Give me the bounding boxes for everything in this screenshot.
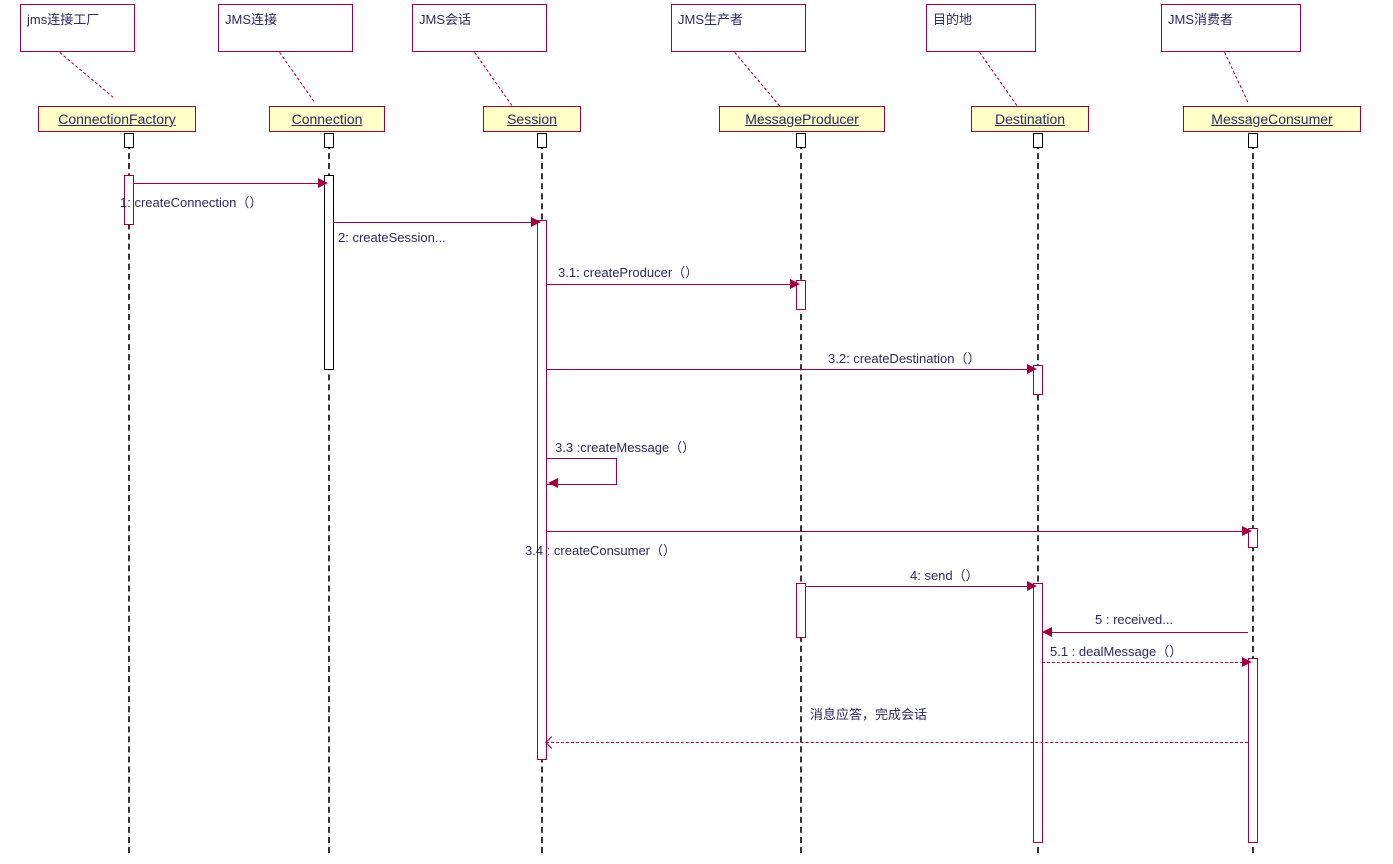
arrow-icon bbox=[531, 217, 541, 227]
arrow-icon bbox=[1242, 657, 1252, 667]
actor-label: Session bbox=[507, 111, 557, 127]
note-text: jms连接工厂 bbox=[27, 12, 99, 27]
msg-create-producer bbox=[546, 284, 796, 285]
activation-head bbox=[1033, 133, 1043, 148]
anchor-line bbox=[59, 52, 113, 98]
actor-producer: MessageProducer bbox=[719, 106, 885, 132]
msg-create-session bbox=[333, 222, 537, 223]
msg-create-connection bbox=[133, 183, 324, 184]
anchor-line bbox=[734, 52, 780, 106]
msg-create-destination bbox=[546, 369, 1033, 370]
msg-label: 消息应答，完成会话 bbox=[810, 704, 927, 723]
msg-label: 1: createConnection（） bbox=[120, 192, 262, 211]
activation-head bbox=[1248, 133, 1258, 148]
lifeline-factory bbox=[128, 133, 130, 853]
actor-label: MessageConsumer bbox=[1211, 111, 1332, 127]
activation-head bbox=[124, 133, 134, 148]
arrow-open-icon bbox=[545, 736, 558, 749]
msg-label: 5.1 : dealMessage（） bbox=[1050, 641, 1182, 660]
anchor-line bbox=[279, 52, 314, 102]
msg-label: 2: createSession... bbox=[338, 230, 446, 245]
actor-destination: Destination bbox=[971, 106, 1089, 132]
msg-label: 4: send（） bbox=[910, 565, 979, 584]
note-text: JMS生产者 bbox=[678, 12, 743, 27]
msg-label: 3.1: createProducer（） bbox=[558, 262, 698, 281]
msg-return-reply bbox=[546, 742, 1248, 743]
note-connection-factory: jms连接工厂 bbox=[20, 4, 135, 52]
actor-label: MessageProducer bbox=[745, 111, 859, 127]
arrow-icon bbox=[1042, 627, 1052, 637]
actor-label: ConnectionFactory bbox=[58, 111, 176, 127]
note-text: JMS连接 bbox=[225, 12, 277, 27]
actor-label: Connection bbox=[292, 111, 363, 127]
note-producer: JMS生产者 bbox=[671, 4, 806, 52]
msg-create-consumer bbox=[546, 531, 1248, 532]
msg-received bbox=[1042, 632, 1248, 633]
note-connection: JMS连接 bbox=[218, 4, 353, 52]
arrow-icon bbox=[1027, 364, 1037, 374]
note-consumer: JMS消费者 bbox=[1161, 4, 1301, 52]
arrow-icon bbox=[1242, 526, 1252, 536]
anchor-line bbox=[474, 52, 512, 106]
activation-consumer-deal bbox=[1248, 658, 1258, 843]
actor-connection: Connection bbox=[269, 106, 385, 132]
anchor-line bbox=[1224, 52, 1248, 102]
activation-producer-send bbox=[796, 583, 806, 638]
arrow-icon bbox=[548, 478, 558, 488]
note-text: JMS会话 bbox=[419, 12, 471, 27]
note-session: JMS会话 bbox=[412, 4, 547, 52]
activation-head bbox=[324, 133, 334, 148]
note-text: JMS消费者 bbox=[1168, 12, 1233, 27]
note-destination: 目的地 bbox=[926, 4, 1036, 52]
msg-label: 3.2: createDestination（） bbox=[828, 348, 980, 367]
activation-connection bbox=[324, 175, 334, 370]
msg-label: 5 : received... bbox=[1095, 612, 1173, 627]
note-text: 目的地 bbox=[933, 12, 972, 27]
actor-consumer: MessageConsumer bbox=[1183, 106, 1361, 132]
activation-head bbox=[796, 133, 806, 148]
actor-label: Destination bbox=[995, 111, 1065, 127]
arrow-icon bbox=[318, 178, 328, 188]
msg-send bbox=[805, 586, 1033, 587]
anchor-line bbox=[979, 52, 1017, 106]
msg-label: 3.4 : createConsumer（） bbox=[525, 540, 676, 559]
msg-deal-message bbox=[1042, 662, 1248, 663]
actor-session: Session bbox=[483, 106, 581, 132]
arrow-icon bbox=[790, 279, 800, 289]
activation-session-main bbox=[537, 220, 547, 760]
lifeline-producer bbox=[800, 133, 802, 853]
actor-connection-factory: ConnectionFactory bbox=[38, 106, 196, 132]
msg-label: 3.3 :createMessage（） bbox=[555, 437, 695, 456]
arrow-icon bbox=[1027, 581, 1037, 591]
activation-head bbox=[537, 133, 547, 148]
activation-destination-send bbox=[1033, 583, 1043, 843]
